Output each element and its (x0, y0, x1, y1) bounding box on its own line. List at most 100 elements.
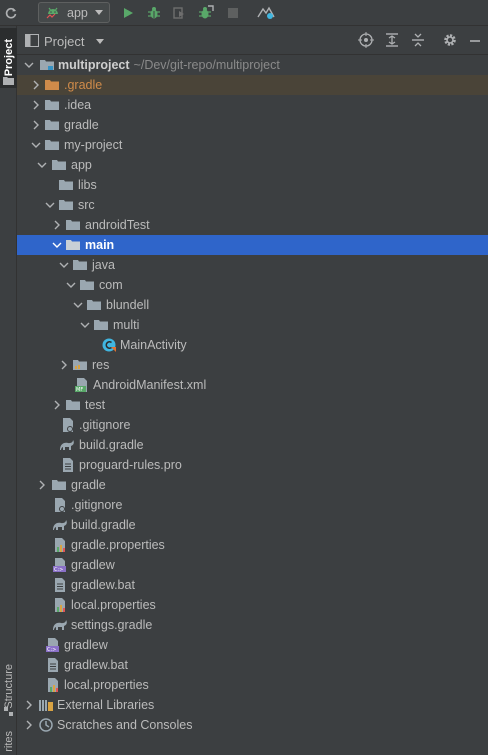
tree-row-label: app (71, 158, 92, 172)
project-view-icon (25, 34, 39, 50)
profile-icon[interactable] (170, 4, 188, 22)
library-icon (39, 700, 53, 711)
chevron-down-icon[interactable] (73, 300, 83, 310)
tree-row-java[interactable]: java (17, 255, 488, 275)
scratches-icon (39, 718, 53, 732)
tree-row-label: gradle.properties (71, 538, 165, 552)
chevron-right-icon[interactable] (52, 400, 62, 410)
tree-row-gradlew-bat-root[interactable]: gradlew.bat (17, 655, 488, 675)
chevron-down-icon[interactable] (45, 200, 55, 210)
tree-row-gradle-my-project[interactable]: gradle (17, 475, 488, 495)
tree-row-gradlew-my-project[interactable]: C:> gradlew (17, 555, 488, 575)
chevron-down-icon[interactable] (24, 60, 34, 70)
collapse-all-icon[interactable] (410, 32, 426, 48)
tree-row-label: gradle (71, 478, 106, 492)
run-configuration-selector[interactable]: app (38, 2, 110, 23)
chevron-right-icon[interactable] (37, 480, 47, 490)
tab-favorites[interactable]: rites (0, 728, 17, 755)
tree-row-gitignore-my-project[interactable]: .gitignore (17, 495, 488, 515)
folder-icon (59, 180, 73, 190)
tree-row-gradlew-bat-my-project[interactable]: gradlew.bat (17, 575, 488, 595)
kotlin-class-icon (102, 338, 116, 352)
tree-row-label: settings.gradle (71, 618, 153, 632)
tree-row-libs[interactable]: libs (17, 175, 488, 195)
chevron-down-icon[interactable] (80, 320, 90, 330)
chevron-right-icon[interactable] (31, 100, 41, 110)
tree-row-label: External Libraries (57, 698, 155, 712)
tree-row-gradle[interactable]: gradle (17, 115, 488, 135)
tree-row-androidmanifest[interactable]: MF AndroidManifest.xml (17, 375, 488, 395)
structure-icon (0, 706, 17, 718)
svg-text:C:>: C:> (54, 567, 63, 573)
chevron-down-icon[interactable] (52, 240, 62, 250)
tree-row-main[interactable]: main (17, 235, 488, 255)
tree-row-gradle-properties[interactable]: gradle.properties (17, 535, 488, 555)
tree-row-res[interactable]: res (17, 355, 488, 375)
tree-row-external-libraries[interactable]: External Libraries (17, 695, 488, 715)
android-icon (45, 4, 61, 23)
chevron-right-icon[interactable] (31, 80, 41, 90)
hide-panel-icon[interactable] (467, 32, 483, 48)
tree-row-label: androidTest (85, 218, 150, 232)
sync-icon[interactable] (2, 4, 20, 22)
tree-row-idea[interactable]: .idea (17, 95, 488, 115)
chevron-down-icon[interactable] (66, 280, 76, 290)
text-file-icon (63, 458, 73, 472)
package-folder-icon (94, 320, 108, 330)
tree-row-local-properties-my-project[interactable]: local.properties (17, 595, 488, 615)
tree-row-build-gradle-app[interactable]: build.gradle (17, 435, 488, 455)
chevron-down-icon[interactable] (59, 260, 69, 270)
gitignore-file-icon (63, 418, 73, 432)
chevron-down-icon[interactable] (31, 140, 41, 150)
tree-row-blundell[interactable]: blundell (17, 295, 488, 315)
chevron-down-icon[interactable] (37, 160, 47, 170)
chevron-right-icon[interactable] (24, 720, 34, 730)
locate-icon[interactable] (358, 32, 374, 48)
tree-row-settings-gradle[interactable]: settings.gradle (17, 615, 488, 635)
svg-text:C:>: C:> (47, 647, 56, 653)
tree-row-proguard[interactable]: proguard-rules.pro (17, 455, 488, 475)
stop-icon[interactable] (225, 4, 241, 22)
package-folder-icon (87, 300, 101, 310)
tree-row-app[interactable]: app (17, 155, 488, 175)
tree-row-scratches[interactable]: Scratches and Consoles (17, 715, 488, 735)
tree-row-label: gradlew.bat (71, 578, 135, 592)
tree-row-src[interactable]: src (17, 195, 488, 215)
tree-row-label: src (78, 198, 95, 212)
run-icon[interactable] (120, 4, 136, 22)
chevron-down-icon[interactable] (96, 39, 104, 44)
tree-row-local-properties-root[interactable]: local.properties (17, 675, 488, 695)
chevron-right-icon[interactable] (24, 700, 34, 710)
tree-row-dot-gradle[interactable]: .gradle (17, 75, 488, 95)
folder-icon (66, 400, 80, 410)
gear-icon[interactable] (442, 32, 458, 48)
expand-all-icon[interactable] (384, 32, 400, 48)
tree-row-label: .idea (64, 98, 92, 112)
attach-debugger-icon[interactable] (196, 4, 216, 22)
tree-row-test[interactable]: test (17, 395, 488, 415)
tree-row-root[interactable]: multiproject ~/Dev/git-repo/multiproject (17, 55, 488, 75)
debug-icon[interactable] (145, 4, 163, 22)
tree-row-build-gradle-my-project[interactable]: build.gradle (17, 515, 488, 535)
tree-row-my-project[interactable]: my-project (17, 135, 488, 155)
chevron-right-icon[interactable] (59, 360, 69, 370)
tree-row-mainactivity[interactable]: MainActivity (17, 335, 488, 355)
tree-row-label: gradlew (71, 558, 115, 572)
folder-icon (52, 160, 66, 170)
tree-row-multi[interactable]: multi (17, 315, 488, 335)
chevron-right-icon[interactable] (52, 220, 62, 230)
tree-row-gradlew-root[interactable]: C:> gradlew (17, 635, 488, 655)
tree-row-com[interactable]: com (17, 275, 488, 295)
tree-row-gitignore-app[interactable]: .gitignore (17, 415, 488, 435)
source-folder-icon (73, 260, 87, 270)
tree-row-androidtest[interactable]: androidTest (17, 215, 488, 235)
tab-structure-label: Structure (2, 663, 15, 709)
tree-row-label: java (92, 258, 115, 272)
folder-icon (45, 140, 59, 150)
panel-title[interactable]: Project (44, 34, 84, 49)
gitignore-file-icon (55, 498, 65, 512)
apply-changes-icon[interactable] (256, 4, 276, 22)
folder-icon (66, 220, 80, 230)
chevron-right-icon[interactable] (31, 120, 41, 130)
tree-row-label: build.gradle (71, 518, 136, 532)
